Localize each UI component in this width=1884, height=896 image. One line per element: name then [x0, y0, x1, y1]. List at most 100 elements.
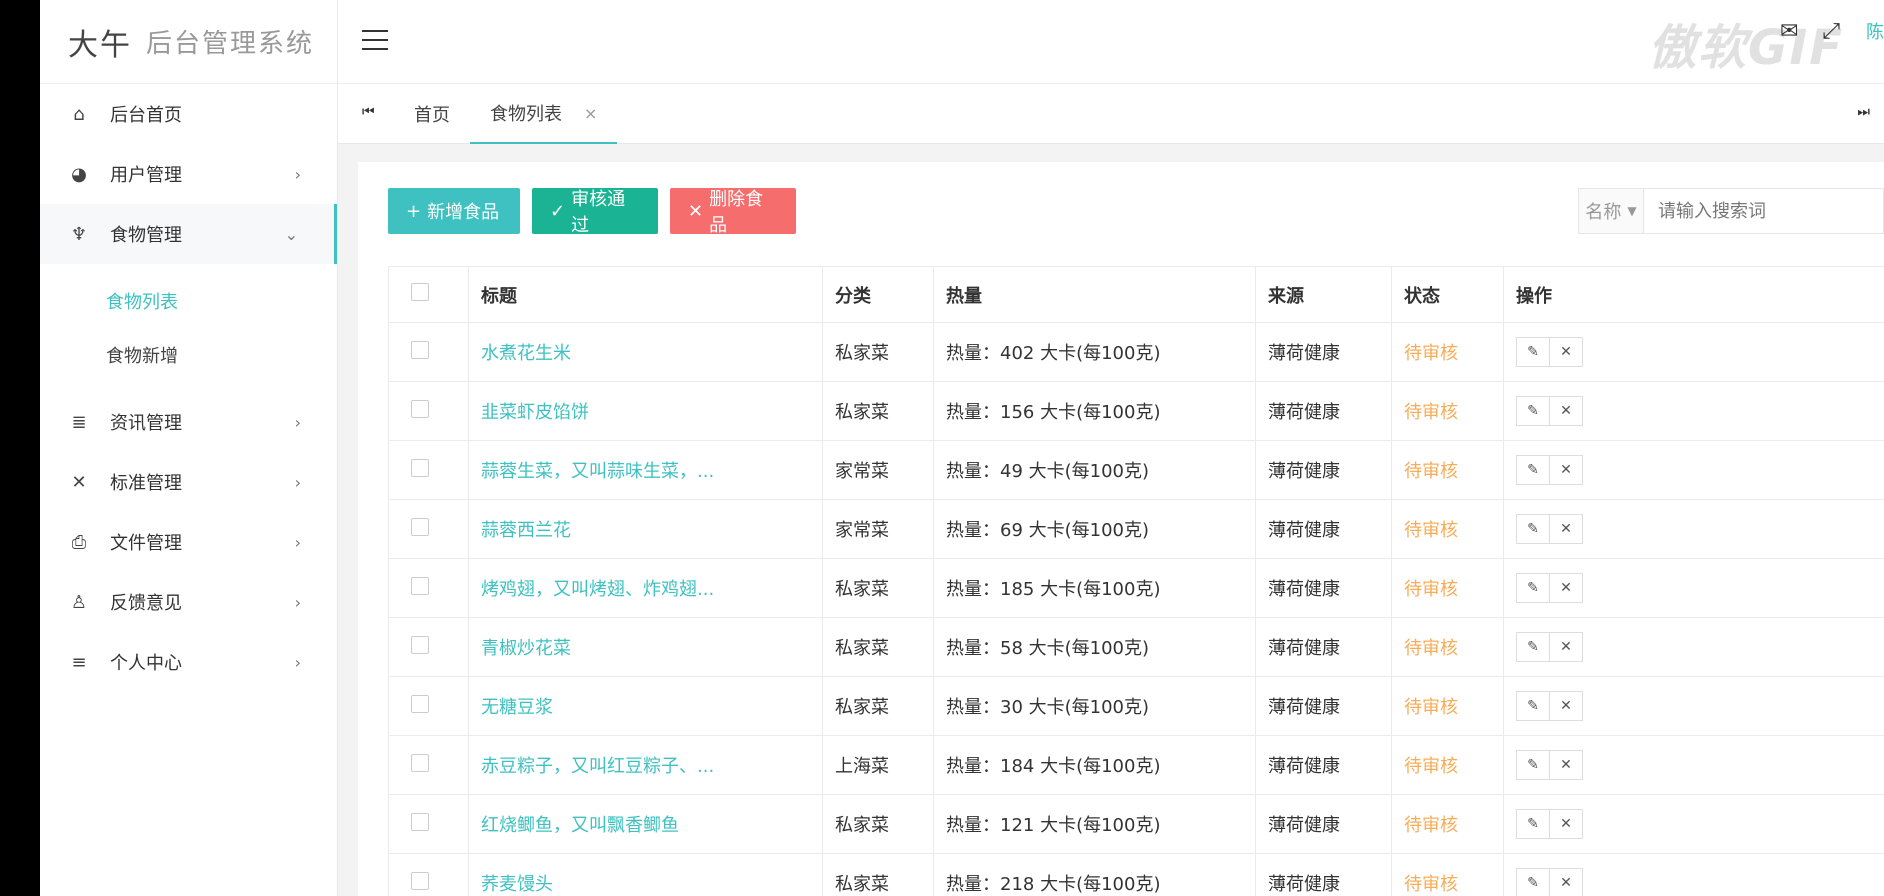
row-checkbox[interactable] — [411, 340, 429, 359]
status-badge: 待审核 — [1404, 520, 1458, 541]
table-row: 赤豆粽子，又叫红豆粽子、... 上海菜 热量：184 大卡(每100克) 薄荷健… — [388, 735, 1884, 795]
remove-button[interactable]: ✕ — [1549, 750, 1583, 780]
calories-cell: 热量：218 大卡(每100克) — [933, 853, 1256, 896]
row-checkbox[interactable] — [411, 517, 429, 536]
file-icon: ⎙ — [71, 531, 87, 553]
food-title-link[interactable]: 蒜蓉西兰花 — [481, 520, 571, 541]
sidebar-item-profile[interactable]: ≡ 个人中心 › — [40, 632, 337, 692]
food-title-link[interactable]: 韭菜虾皮馅饼 — [481, 402, 589, 423]
source-cell: 薄荷健康 — [1255, 440, 1392, 500]
edit-button[interactable]: ✎ — [1516, 337, 1550, 367]
row-checkbox[interactable] — [411, 753, 429, 772]
chevron-right-icon: › — [294, 164, 301, 184]
food-title-link[interactable]: 青椒炒花菜 — [481, 638, 571, 659]
plus-icon: + — [406, 200, 422, 222]
sidebar-item-files[interactable]: ⎙ 文件管理 › — [40, 512, 337, 572]
user-name[interactable]: 陈 — [1866, 18, 1884, 44]
edit-button[interactable]: ✎ — [1516, 691, 1550, 721]
sidebar-item-users[interactable]: ◕ 用户管理 › — [40, 144, 337, 204]
sidebar-subitem-food-add[interactable]: 食物新增 — [40, 328, 337, 382]
pencil-icon: ✎ — [1527, 521, 1539, 537]
delete-food-button[interactable]: ✕ 删除食品 — [670, 188, 796, 236]
select-all-cell[interactable] — [388, 266, 469, 323]
sidebar-item-label: 食物管理 — [110, 225, 182, 246]
remove-button[interactable]: ✕ — [1549, 337, 1583, 367]
table-row: 蒜蓉生菜，又叫蒜味生菜，... 家常菜 热量：49 大卡(每100克) 薄荷健康… — [388, 440, 1884, 500]
edit-button[interactable]: ✎ — [1516, 514, 1550, 544]
user-feedback-icon: ♙ — [70, 591, 88, 613]
table-row: 荞麦馒头 私家菜 热量：218 大卡(每100克) 薄荷健康 待审核 ✎ ✕ — [388, 853, 1884, 896]
row-checkbox[interactable] — [411, 458, 429, 477]
sidebar-item-standards[interactable]: ✕ 标准管理 › — [40, 452, 337, 512]
edit-button[interactable]: ✎ — [1516, 868, 1550, 896]
hamburger-icon[interactable] — [362, 30, 388, 52]
sidebar-item-label: 资讯管理 — [110, 413, 182, 434]
row-checkbox[interactable] — [411, 635, 429, 654]
sidebar-item-feedback[interactable]: ♙ 反馈意见 › — [40, 572, 337, 632]
source-cell: 薄荷健康 — [1255, 794, 1392, 854]
calories-cell: 热量：156 大卡(每100克) — [933, 381, 1256, 441]
food-table: 标题 分类 热量 来源 状态 操作 水煮花生米 私家菜 热量：402 大卡(每1… — [388, 266, 1884, 896]
tab-scroll-left-icon[interactable]: ⏮ — [362, 104, 375, 120]
remove-button[interactable]: ✕ — [1549, 632, 1583, 662]
edit-button[interactable]: ✎ — [1516, 573, 1550, 603]
pencil-icon: ✎ — [1527, 757, 1539, 773]
tab-food-list[interactable]: 食物列表 × — [470, 84, 618, 144]
add-food-button[interactable]: + 新增食品 — [388, 188, 520, 234]
remove-button[interactable]: ✕ — [1549, 868, 1583, 896]
edit-button[interactable]: ✎ — [1516, 455, 1550, 485]
edit-button[interactable]: ✎ — [1516, 809, 1550, 839]
message-icon[interactable]: ✉ — [1780, 19, 1798, 44]
row-checkbox[interactable] — [411, 576, 429, 595]
sidebar-item-food[interactable]: ♆ 食物管理 ⌄ — [40, 204, 337, 264]
edit-button[interactable]: ✎ — [1516, 632, 1550, 662]
table-row: 无糖豆浆 私家菜 热量：30 大卡(每100克) 薄荷健康 待审核 ✎ ✕ — [388, 676, 1884, 736]
tab-scroll-right-icon[interactable]: ⏭ — [1857, 104, 1870, 120]
row-checkbox[interactable] — [411, 694, 429, 713]
row-checkbox[interactable] — [411, 871, 429, 890]
food-title-link[interactable]: 红烧鲫鱼，又叫飘香鲫鱼 — [481, 815, 679, 836]
chevron-right-icon: › — [294, 652, 301, 672]
search-input[interactable] — [1644, 189, 1883, 233]
close-icon: ✕ — [688, 200, 704, 222]
sidebar-item-news[interactable]: ≣ 资讯管理 › — [40, 392, 337, 452]
tab-home[interactable]: 首页 — [414, 84, 450, 144]
column-header-category: 分类 — [822, 266, 934, 323]
source-cell: 薄荷健康 — [1255, 322, 1392, 382]
close-icon[interactable]: × — [584, 104, 597, 123]
column-header-status: 状态 — [1391, 266, 1504, 323]
source-cell: 薄荷健康 — [1255, 617, 1392, 677]
food-title-link[interactable]: 烤鸡翅，又叫烤翅、炸鸡翅... — [481, 579, 714, 600]
remove-button[interactable]: ✕ — [1549, 396, 1583, 426]
close-icon: ✕ — [1560, 639, 1572, 655]
food-title-link[interactable]: 赤豆粽子，又叫红豆粽子、... — [481, 756, 714, 777]
food-title-link[interactable]: 无糖豆浆 — [481, 697, 553, 718]
topbar: 傲软GIF ✉ ⤢ 陈 — [338, 0, 1884, 84]
row-checkbox[interactable] — [411, 399, 429, 418]
source-cell: 薄荷健康 — [1255, 499, 1392, 559]
food-title-link[interactable]: 蒜蓉生菜，又叫蒜味生菜，... — [481, 461, 714, 482]
edit-button[interactable]: ✎ — [1516, 750, 1550, 780]
sidebar: 大午 后台管理系统 ⌂ 后台首页 ◕ 用户管理 › ♆ 食物管理 ⌄ 食物列表 … — [40, 0, 338, 896]
sidebar-item-label: 反馈意见 — [110, 593, 182, 614]
approve-button[interactable]: ✓ 审核通过 — [532, 188, 658, 236]
status-badge: 待审核 — [1404, 815, 1458, 836]
fullscreen-icon[interactable]: ⤢ — [1822, 19, 1840, 44]
calories-cell: 热量：184 大卡(每100克) — [933, 735, 1256, 795]
logo-mark: 大午 — [68, 27, 132, 63]
chevron-right-icon: › — [294, 592, 301, 612]
remove-button[interactable]: ✕ — [1549, 455, 1583, 485]
search-field-select[interactable]: 名称 ▼ — [1579, 189, 1644, 233]
remove-button[interactable]: ✕ — [1549, 573, 1583, 603]
remove-button[interactable]: ✕ — [1549, 809, 1583, 839]
food-title-link[interactable]: 荞麦馒头 — [481, 874, 553, 895]
menu-icon: ≡ — [71, 651, 87, 673]
sidebar-item-home[interactable]: ⌂ 后台首页 — [40, 84, 337, 144]
sidebar-subitem-food-list[interactable]: 食物列表 — [40, 274, 337, 328]
food-title-link[interactable]: 水煮花生米 — [481, 343, 571, 364]
remove-button[interactable]: ✕ — [1549, 514, 1583, 544]
select-all-checkbox[interactable] — [411, 283, 429, 301]
row-checkbox[interactable] — [411, 812, 429, 831]
edit-button[interactable]: ✎ — [1516, 396, 1550, 426]
remove-button[interactable]: ✕ — [1549, 691, 1583, 721]
